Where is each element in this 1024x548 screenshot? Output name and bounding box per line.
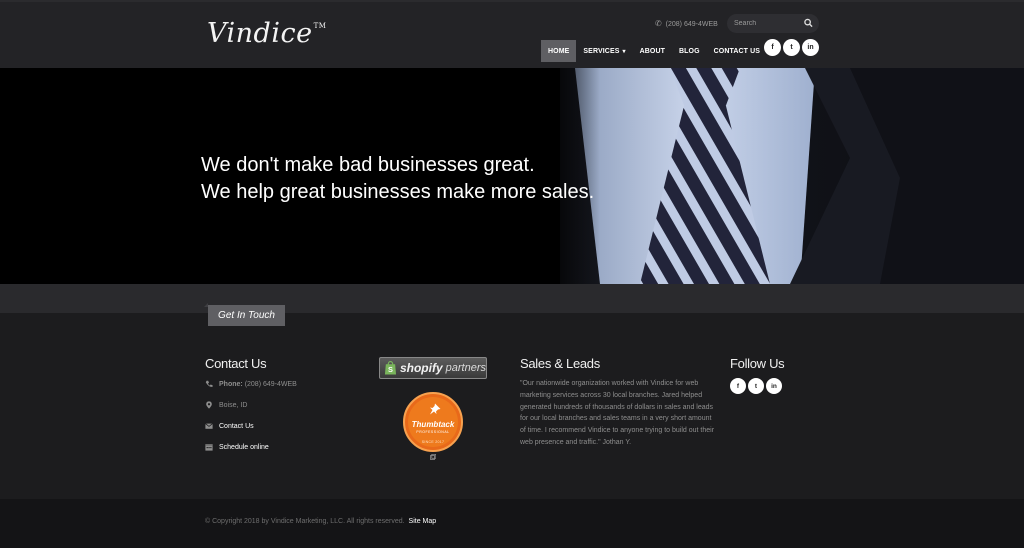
nav-services[interactable]: SERVICES ▾ xyxy=(576,40,632,62)
sales-leads-heading: Sales & Leads xyxy=(520,356,600,371)
search-box xyxy=(727,14,819,33)
testimonial-quote: "Our nationwide organization worked with… xyxy=(520,380,715,446)
search-input[interactable] xyxy=(734,17,800,30)
phone-icon: ✆ xyxy=(655,19,662,28)
get-in-touch-tab: Get In Touch xyxy=(208,305,285,326)
nav-contact-us[interactable]: CONTACT US xyxy=(707,40,767,62)
pushpin-icon xyxy=(430,403,441,415)
trademark-mark: TM xyxy=(313,22,327,30)
copyright-line: © Copyright 2018 by Vindice Marketing, L… xyxy=(205,518,436,525)
nav-home[interactable]: HOME xyxy=(541,40,577,62)
map-pin-icon xyxy=(206,401,212,409)
twitter-icon[interactable]: t xyxy=(748,378,764,394)
twitter-icon[interactable]: t xyxy=(783,39,800,56)
hero-line-2: We help great businesses make more sales… xyxy=(201,181,595,203)
thumbtack-name: Thumbtack xyxy=(411,420,455,429)
contact-location: Boise, ID xyxy=(219,401,248,409)
contact-location-row: Boise, ID xyxy=(205,401,247,409)
footer-social-links: f t in xyxy=(730,378,782,394)
chevron-down-icon: ▾ xyxy=(622,48,626,55)
contact-us-link[interactable]: Contact Us xyxy=(219,423,254,430)
header-social-links: f t in xyxy=(764,39,819,56)
linkedin-icon[interactable]: in xyxy=(802,39,819,56)
contact-phone-value: (208) 649-4WEB xyxy=(244,380,297,388)
site-map-link[interactable]: Site Map xyxy=(409,518,437,525)
header-phone: ✆ (208) 649-4WEB xyxy=(655,19,718,28)
schedule-online-link[interactable]: Schedule online xyxy=(219,444,269,451)
contact-us-heading: Contact Us xyxy=(205,356,267,371)
external-link-icon[interactable] xyxy=(430,454,436,460)
header-phone-number: (208) 649-4WEB xyxy=(665,21,718,28)
shopify-word: shopify xyxy=(399,361,443,375)
hero-banner: We don't make bad businesses great. We h… xyxy=(0,68,1024,284)
site-footer: © Copyright 2018 by Vindice Marketing, L… xyxy=(0,499,1024,548)
schedule-row[interactable]: Schedule online xyxy=(205,443,269,451)
svg-text:S: S xyxy=(388,365,393,374)
hero-line-1: We don't make bad businesses great. xyxy=(201,154,535,176)
search-icon[interactable] xyxy=(804,18,813,28)
shopify-bag-icon: S xyxy=(384,360,397,375)
site-header: VindiceTM ✆ (208) 649-4WEB HOME SERVICES… xyxy=(0,0,1024,68)
contact-phone-label: Phone: xyxy=(219,380,243,388)
main-nav: HOME SERVICES ▾ ABOUT BLOG CONTACT US xyxy=(541,40,767,62)
nav-about[interactable]: ABOUT xyxy=(633,40,672,62)
hero-headline: We don't make bad businesses great. We h… xyxy=(201,152,594,206)
linkedin-icon[interactable]: in xyxy=(766,378,782,394)
thumbtack-since: SINCE 2017 xyxy=(421,440,445,444)
envelope-icon xyxy=(205,423,213,429)
facebook-icon[interactable]: f xyxy=(764,39,781,56)
section-divider-strip xyxy=(0,284,1024,313)
shopify-partners-word: partners xyxy=(445,362,486,374)
contact-link-row[interactable]: Contact Us xyxy=(205,422,254,430)
thumbtack-professional: PROFESSIONAL xyxy=(416,430,450,434)
shopify-partners-badge[interactable]: S shopify partners xyxy=(379,357,487,379)
calendar-icon xyxy=(205,444,213,451)
copyright-text: © Copyright 2018 by Vindice Marketing, L… xyxy=(205,518,405,525)
follow-us-heading: Follow Us xyxy=(730,356,785,371)
facebook-icon[interactable]: f xyxy=(730,378,746,394)
contact-phone-row: Phone: (208) 649-4WEB xyxy=(205,380,297,388)
logo[interactable]: VindiceTM xyxy=(207,18,326,49)
phone-icon xyxy=(205,380,213,387)
nav-blog[interactable]: BLOG xyxy=(672,40,707,62)
thumbtack-badge[interactable]: Thumbtack PROFESSIONAL SINCE 2017 xyxy=(403,392,463,452)
